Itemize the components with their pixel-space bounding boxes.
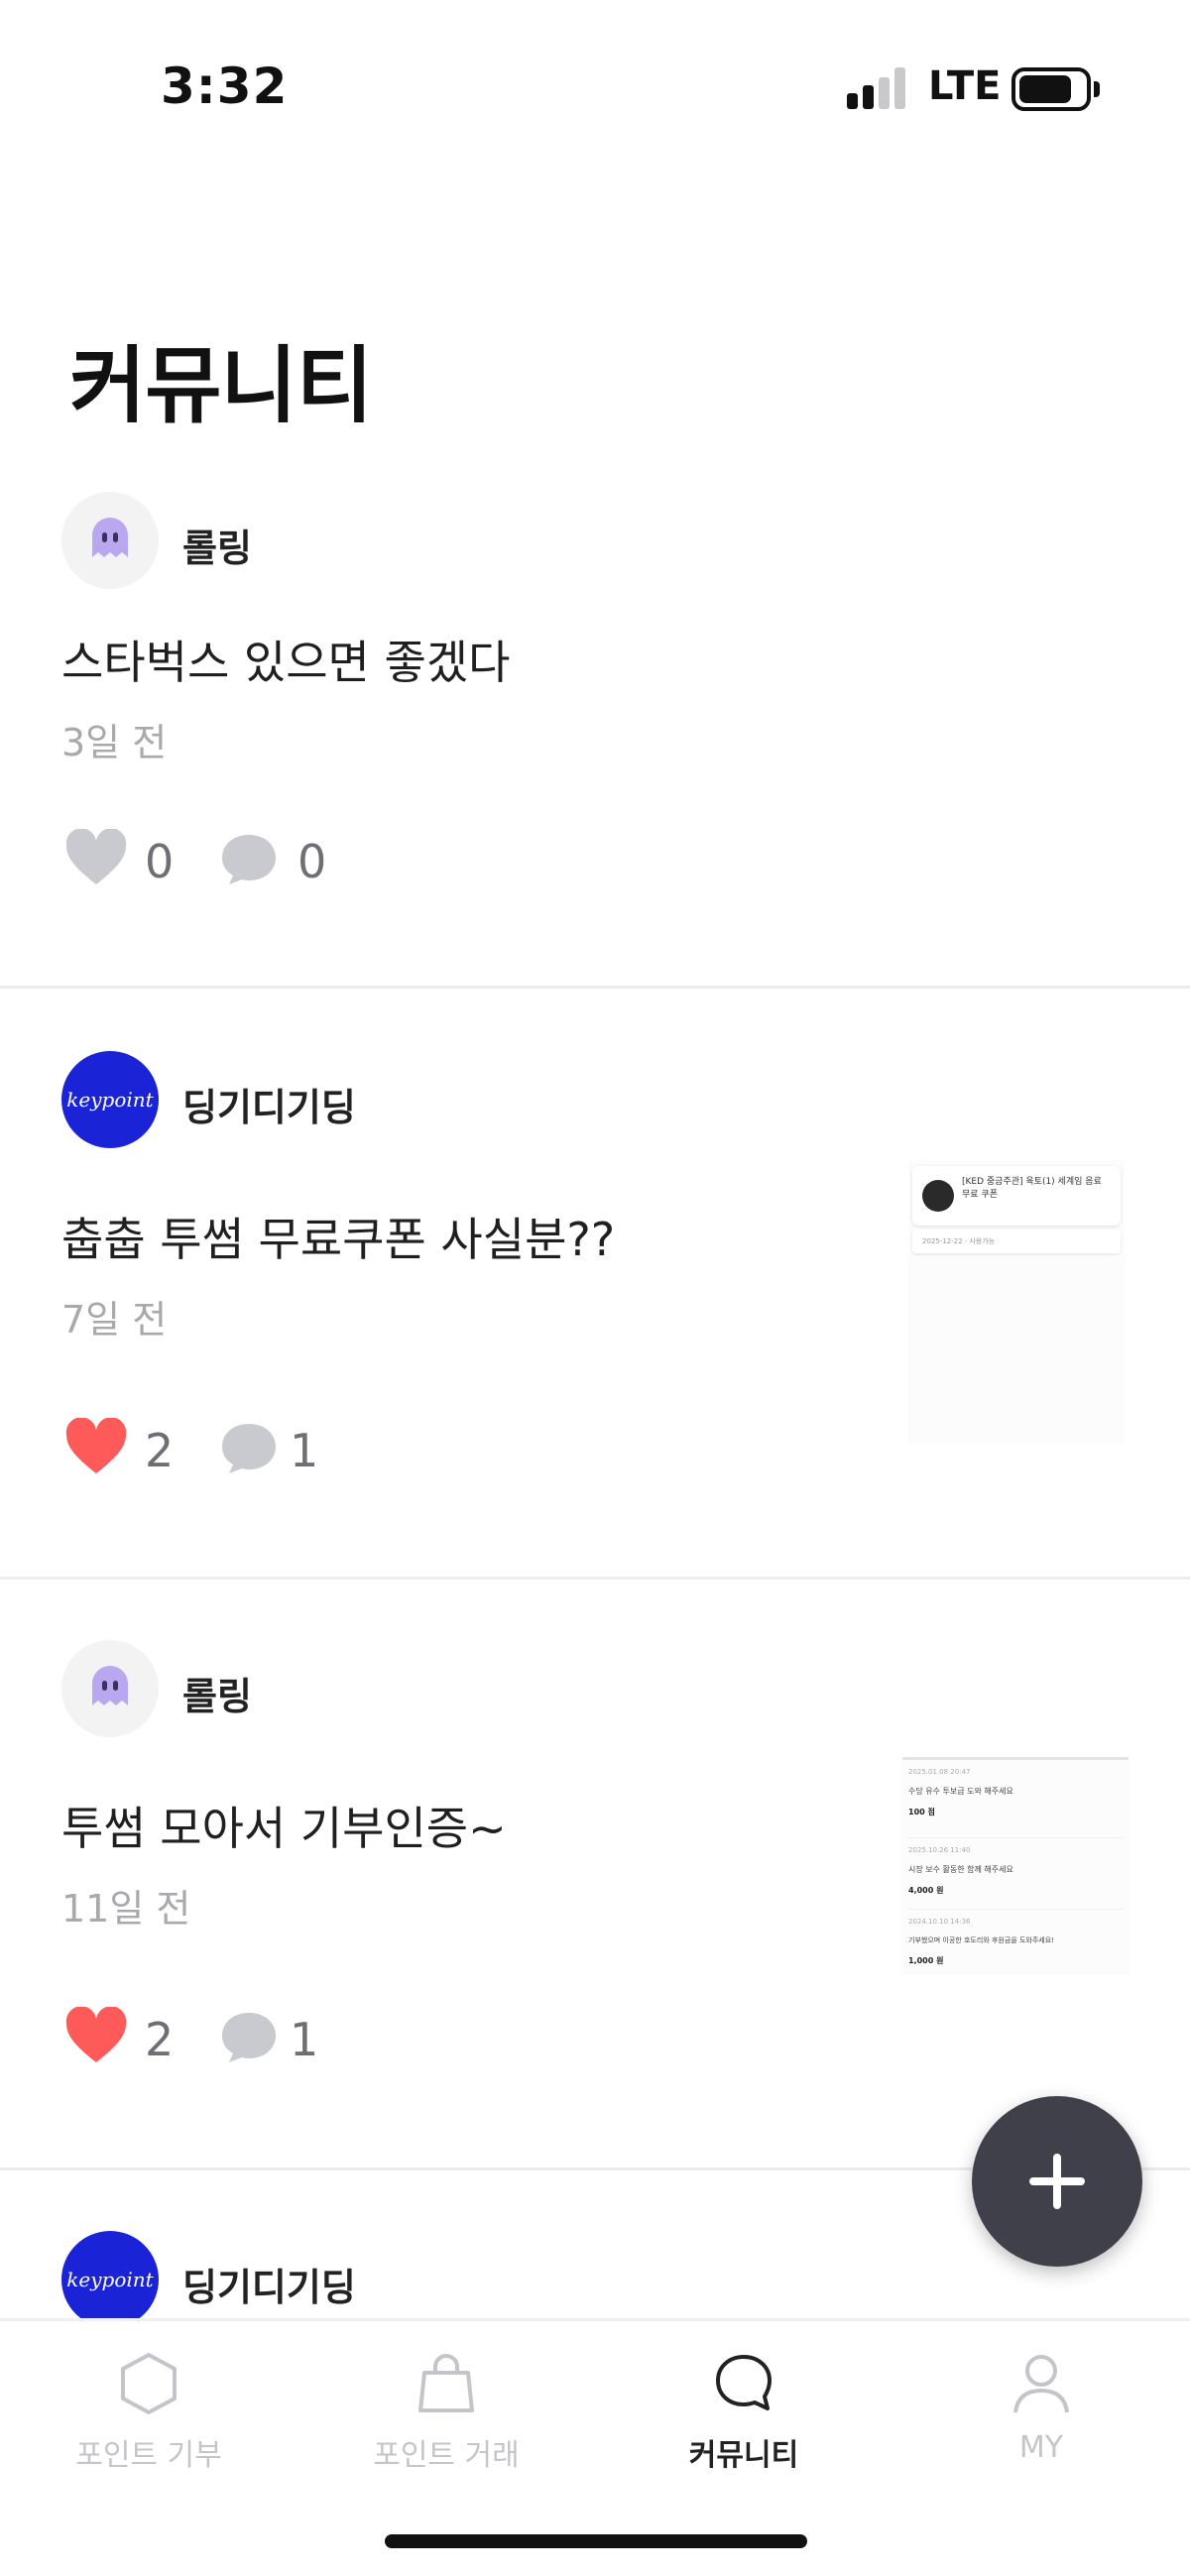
post-stats: 2 1 <box>61 1418 458 1487</box>
donation-amount: 1,000 원 <box>908 1956 944 1965</box>
donation-desc: 기부했으며 이공한 호도리와 후원금을 도와주세요! <box>908 1936 1054 1944</box>
post-time: 11일 전 <box>61 1887 191 1931</box>
heart-icon[interactable] <box>65 1418 127 1475</box>
post-author[interactable]: 딩기디기딩 <box>182 2257 356 2311</box>
donation-date: 2025.01.08 20:47 <box>908 1768 971 1776</box>
comment-icon[interactable] <box>220 1422 278 1475</box>
donation-date: 2024.10.10 14:36 <box>908 1918 971 1926</box>
heart-icon[interactable] <box>65 2007 127 2064</box>
post-title[interactable]: 춥춥 투썸 무료쿠폰 사실분?? <box>61 1204 615 1269</box>
signal-strength-icon <box>847 67 906 109</box>
divider <box>0 986 1190 989</box>
comment-count: 0 <box>298 835 327 888</box>
like-count: 2 <box>145 1424 175 1477</box>
donation-entry: 2025.10.26 11:40 시장 보수 활동한 함께 해주세요 4,000… <box>908 1837 1123 1896</box>
brand-logo: keypoint <box>66 2268 154 2291</box>
avatar[interactable] <box>61 1640 159 1737</box>
like-count: 0 <box>145 835 175 888</box>
hexagon-icon <box>121 2353 177 2414</box>
tab-community[interactable]: 커뮤니티 <box>595 2351 892 2500</box>
post-item[interactable]: keypoint 딩기디기딩 춥춥 투썸 무료쿠폰 사실분?? 7일 전 2 1… <box>0 1051 1190 1577</box>
post-title[interactable]: 스타벅스 있으면 좋겠다 <box>61 627 510 692</box>
brand-logo: keypoint <box>66 1088 154 1112</box>
network-type: LTE <box>928 63 1002 109</box>
tab-label: 포인트 거래 <box>373 2438 520 2473</box>
donation-amount: 4,000 원 <box>908 1886 944 1895</box>
post-title[interactable]: 투썸 모아서 기부인증~ <box>61 1793 507 1858</box>
post-thumbnail[interactable]: 2025.01.08 20:47 수당 유수 투보급 도와 해주세요 100 점… <box>902 1757 1129 1975</box>
status-time: 3:32 <box>161 58 289 115</box>
ghost-icon <box>92 518 128 557</box>
shopping-bag-icon <box>418 2354 474 2412</box>
donation-desc: 수당 유수 투보급 도와 해주세요 <box>908 1787 1013 1796</box>
post-stats: 2 1 <box>61 2007 458 2076</box>
comment-count: 1 <box>290 2013 319 2066</box>
coupon-card: [KED 중금주관] 육토(1) 세계임 음료 무료 쿠폰 <box>912 1166 1121 1226</box>
tab-point-donation[interactable]: 포인트 기부 <box>0 2351 298 2500</box>
ghost-icon <box>92 1666 128 1705</box>
post-item[interactable]: 롤링 투썸 모아서 기부인증~ 11일 전 2 1 2025.01.08 20:… <box>0 1640 1190 2166</box>
avatar[interactable]: keypoint <box>61 1051 159 1148</box>
tab-my[interactable]: MY <box>892 2351 1190 2500</box>
post-item[interactable]: 롤링 스타벅스 있으면 좋겠다 3일 전 0 0 <box>0 492 1190 988</box>
tab-label: 포인트 기부 <box>75 2438 222 2473</box>
donation-entry: 2025.01.08 20:47 수당 유수 투보급 도와 해주세요 100 점 <box>908 1768 1123 1817</box>
comment-icon[interactable] <box>220 833 278 886</box>
write-post-button[interactable] <box>972 2096 1142 2267</box>
post-author[interactable]: 롤링 <box>182 518 252 572</box>
chat-bubble-icon <box>716 2355 772 2410</box>
comment-count: 1 <box>290 1424 319 1477</box>
donation-desc: 시장 보수 활동한 함께 해주세요 <box>908 1865 1013 1874</box>
post-time: 3일 전 <box>61 721 168 764</box>
coupon-meta: 2025-12-22 · 사용가능 <box>922 1237 996 1245</box>
donation-amount: 100 점 <box>908 1808 935 1816</box>
post-stats: 0 0 <box>61 829 458 898</box>
home-indicator <box>385 2534 807 2548</box>
coupon-icon <box>922 1180 954 1212</box>
post-thumbnail[interactable]: [KED 중금주관] 육토(1) 세계임 음료 무료 쿠폰 2025-12-22… <box>908 1160 1125 1444</box>
avatar[interactable] <box>61 492 159 589</box>
donation-entry: 2024.10.10 14:36 기부했으며 이공한 호도리와 후원금을 도와주… <box>908 1909 1123 1966</box>
divider <box>0 1577 1190 1580</box>
battery-icon <box>1012 67 1100 111</box>
post-author[interactable]: 딩기디기딩 <box>182 1077 356 1131</box>
coupon-title: [KED 중금주관] 육토(1) 세계임 음료 무료 쿠폰 <box>962 1177 1102 1200</box>
coupon-meta-row: 2025-12-22 · 사용가능 <box>912 1229 1121 1253</box>
like-count: 2 <box>145 2013 175 2066</box>
status-bar: 3:32 LTE <box>0 0 1190 178</box>
heart-icon[interactable] <box>65 829 127 886</box>
tab-label: MY <box>1018 2430 1064 2465</box>
tab-point-trade[interactable]: 포인트 거래 <box>298 2351 595 2500</box>
tab-label: 커뮤니티 <box>688 2438 799 2473</box>
post-author[interactable]: 롤링 <box>182 1666 252 1720</box>
avatar[interactable]: keypoint <box>61 2231 159 2320</box>
page-title: 커뮤니티 <box>69 337 373 434</box>
donation-date: 2025.10.26 11:40 <box>908 1846 971 1854</box>
person-icon <box>1013 2355 1069 2413</box>
comment-icon[interactable] <box>220 2011 278 2064</box>
post-time: 7일 전 <box>61 1298 168 1342</box>
